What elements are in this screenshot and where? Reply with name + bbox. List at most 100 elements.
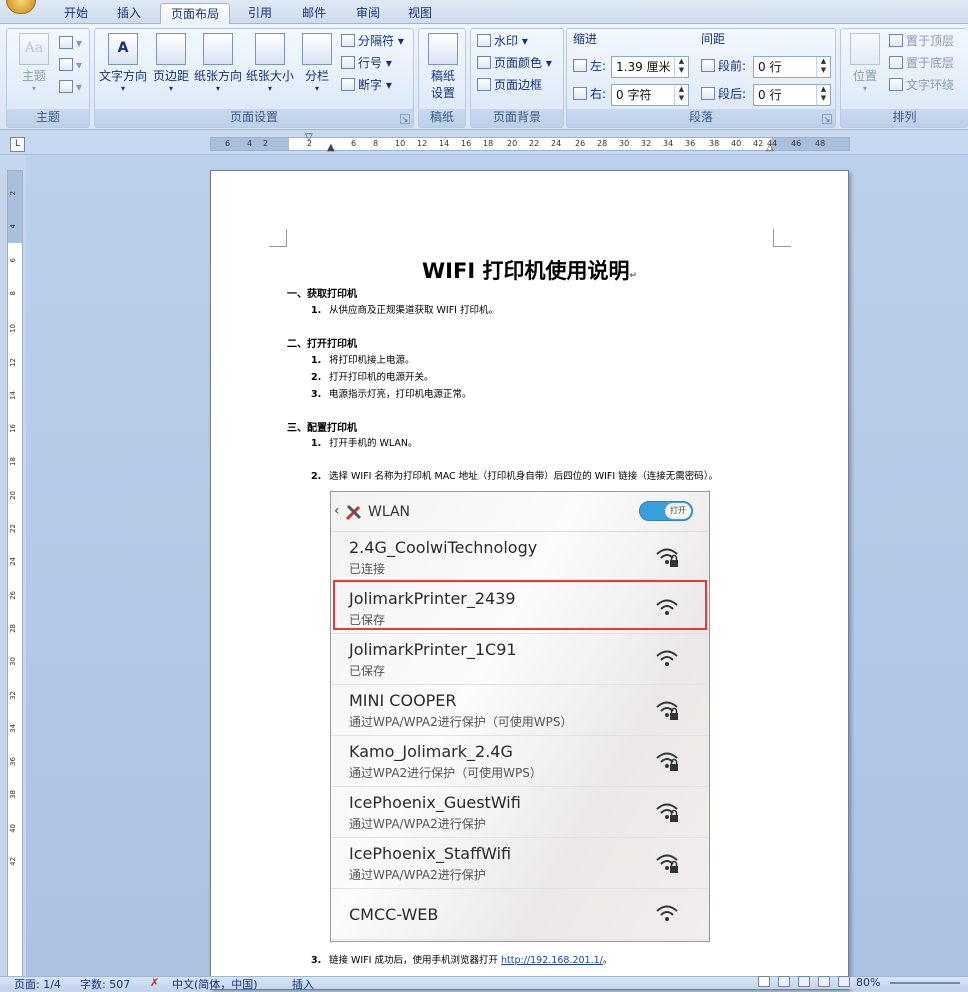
indent-title: 缩进	[573, 32, 598, 46]
bring-to-front-button[interactable]: 置于顶层	[889, 31, 954, 51]
vertical-ruler-tick-label: 18	[9, 457, 17, 467]
wlan-screenshot[interactable]: ‹ WLAN 打开 2.4G_CoolwiTechnology 已连接 Jolima…	[330, 491, 710, 942]
tab-page-layout[interactable]: 页面布局	[160, 3, 230, 24]
vertical-ruler-tick-label: 20	[9, 490, 17, 500]
spacing-before-label: 段前:	[701, 56, 746, 76]
network-name: JolimarkPrinter_1C91	[349, 640, 517, 659]
line-numbers-button[interactable]: 行号 ▾	[341, 53, 392, 73]
vertical-ruler-tick-label: 10	[9, 324, 17, 334]
ruler-tick-label: 38	[709, 139, 720, 148]
text-direction-button[interactable]: A 文字方向 ▾	[97, 33, 149, 93]
spinner-arrows-icon[interactable]: ▲ ▼	[816, 57, 830, 77]
tab-mailings[interactable]: 邮件	[290, 3, 338, 24]
theme-effects-button[interactable]: ▾	[59, 77, 82, 97]
hyphenation-button[interactable]: 断字 ▾	[341, 75, 392, 95]
spinner-arrows-icon[interactable]: ▲ ▼	[674, 57, 688, 77]
outline-view-icon[interactable]	[818, 976, 830, 987]
spinner-arrows-icon[interactable]: ▲ ▼	[674, 85, 688, 105]
full-screen-view-icon[interactable]	[778, 976, 790, 987]
word-count[interactable]: 字数: 507	[80, 976, 130, 992]
insert-mode[interactable]: 插入	[292, 976, 314, 992]
size-button[interactable]: 纸张大小 ▾	[245, 33, 295, 93]
orientation-button[interactable]: 纸张方向 ▾	[193, 33, 243, 93]
tab-home[interactable]: 开始	[52, 3, 100, 24]
ruler-tick-label: 8	[373, 139, 379, 148]
send-to-back-button[interactable]: 置于底层	[889, 53, 954, 73]
ruler-tick-label: 14	[439, 139, 450, 148]
watermark-button[interactable]: 水印 ▾	[477, 31, 528, 51]
text-wrapping-button[interactable]: 文字环绕	[889, 75, 954, 95]
spacing-before-input[interactable]: 0 行 ▲ ▼	[753, 56, 831, 78]
ruler-tick-label: 36	[685, 139, 696, 148]
themes-button-label: 主题	[21, 69, 46, 83]
ruler-tick-label: 26	[575, 139, 586, 148]
page-borders-button[interactable]: 页面边框	[477, 75, 542, 95]
tab-view[interactable]: 视图	[396, 3, 444, 24]
vertical-ruler-tick-label: 32	[9, 690, 17, 700]
page-count[interactable]: 页面: 1/4	[14, 976, 61, 992]
paragraph-launcher-icon[interactable]: ↘	[822, 114, 832, 124]
position-button[interactable]: 位置 ▾	[845, 33, 885, 93]
zoom-level[interactable]: 80%	[856, 976, 880, 989]
page-borders-icon	[477, 78, 491, 91]
line-numbers-icon	[341, 56, 355, 69]
spacing-after-input[interactable]: 0 行 ▲ ▼	[753, 84, 831, 106]
vertical-ruler[interactable]: 2 4 6 8 10 12 14 16 18 20 22 24 26 28 30 32 34 36 38 40 42	[7, 170, 23, 980]
page-setup-launcher-icon[interactable]: ↘	[400, 114, 410, 124]
tab-review[interactable]: 审阅	[344, 3, 392, 24]
wifi-locked-icon	[656, 701, 678, 720]
tab-insert[interactable]: 插入	[104, 3, 154, 24]
vertical-ruler-tick-label: 22	[9, 524, 17, 533]
print-layout-view-icon[interactable]	[758, 976, 770, 987]
document-page[interactable]: WIFI 打印机使用说明↵ 一、获取打印机 1. 从供应商及正规渠道获取 WIFI…	[210, 170, 849, 990]
office-button[interactable]	[6, 0, 36, 14]
watermark-icon	[477, 34, 491, 47]
themes-button[interactable]: Aa 主题 ▾	[15, 33, 53, 93]
network-list-item: Kamo_Jolimark_2.4G 通过WPA2进行保护（可使用WPS）	[331, 736, 709, 787]
settings-tools-icon	[345, 504, 362, 521]
indent-left-input[interactable]: 1.39 厘米 ▲ ▼	[611, 56, 689, 78]
breaks-button[interactable]: 分隔符 ▾	[341, 31, 404, 51]
ruler-tick-label: 32	[641, 139, 652, 148]
breaks-icon	[341, 34, 355, 47]
ruler-tick-label: 10	[395, 139, 406, 148]
columns-button[interactable]: 分栏 ▾	[299, 33, 335, 93]
indent-right-value: 0 字符	[616, 88, 652, 102]
page-color-button[interactable]: 页面颜色 ▾	[477, 53, 552, 73]
list-item: 2. 打开打印机的电源开关。	[311, 372, 434, 383]
tab-references[interactable]: 引用	[236, 3, 284, 24]
web-layout-view-icon[interactable]	[798, 976, 810, 987]
vertical-ruler-tick-label: 42	[9, 857, 17, 866]
margins-button[interactable]: 页边距 ▾	[151, 33, 191, 93]
language[interactable]: 中文(简体，中国)	[172, 976, 258, 992]
right-indent-marker-icon[interactable]: △	[766, 142, 774, 153]
theme-fonts-button[interactable]: ▾	[59, 55, 82, 75]
hyphenation-icon	[341, 78, 355, 91]
corner-mark	[269, 229, 287, 247]
theme-colors-button[interactable]: ▾	[59, 33, 82, 53]
indent-right-input[interactable]: 0 字符 ▲ ▼	[611, 84, 689, 106]
group-arrange: 位置 ▾ 置于顶层 置于底层 文字环绕 排列	[840, 28, 968, 128]
vertical-ruler-tick-label: 34	[9, 723, 17, 733]
draft-paper-settings-button[interactable]: 稿纸 设置	[425, 33, 461, 101]
ruler-tick-label: 30	[619, 139, 630, 148]
vertical-ruler-tick-label: 24	[9, 557, 17, 567]
breaks-label: 分隔符	[358, 34, 395, 48]
hanging-indent-marker-icon[interactable]: ▲	[327, 142, 335, 153]
zoom-slider[interactable]	[890, 982, 960, 984]
proofing-error-icon[interactable]: ✗	[150, 976, 159, 989]
wifi-locked-icon	[656, 752, 678, 771]
ruler-tick-label: 2	[263, 139, 269, 148]
horizontal-ruler[interactable]: 6 4 2 2 6 8 10 12 14 16 18 20 22 24 26 28 30 32 34 36 38 40 42…	[210, 132, 850, 153]
hyphenation-label: 断字	[358, 78, 383, 92]
text-wrapping-label: 文字环绕	[906, 78, 955, 92]
back-arrow-icon: ‹	[334, 503, 340, 519]
spacing-before-icon	[701, 59, 715, 72]
group-page-setup: A 文字方向 ▾ 页边距 ▾ 纸张方向 ▾ 纸张大小 ▾ 分栏 ▾ 分隔符 ▾ 行号 ▾ …	[94, 28, 414, 128]
draft-view-icon[interactable]	[838, 976, 850, 987]
group-label-arrange: 排列	[841, 109, 968, 127]
vertical-ruler-tick-label: 14	[9, 390, 17, 400]
spinner-arrows-icon[interactable]: ▲ ▼	[816, 85, 830, 105]
tab-selector-icon[interactable]: L	[10, 137, 25, 152]
first-line-indent-marker-icon[interactable]: ▽	[305, 132, 313, 143]
